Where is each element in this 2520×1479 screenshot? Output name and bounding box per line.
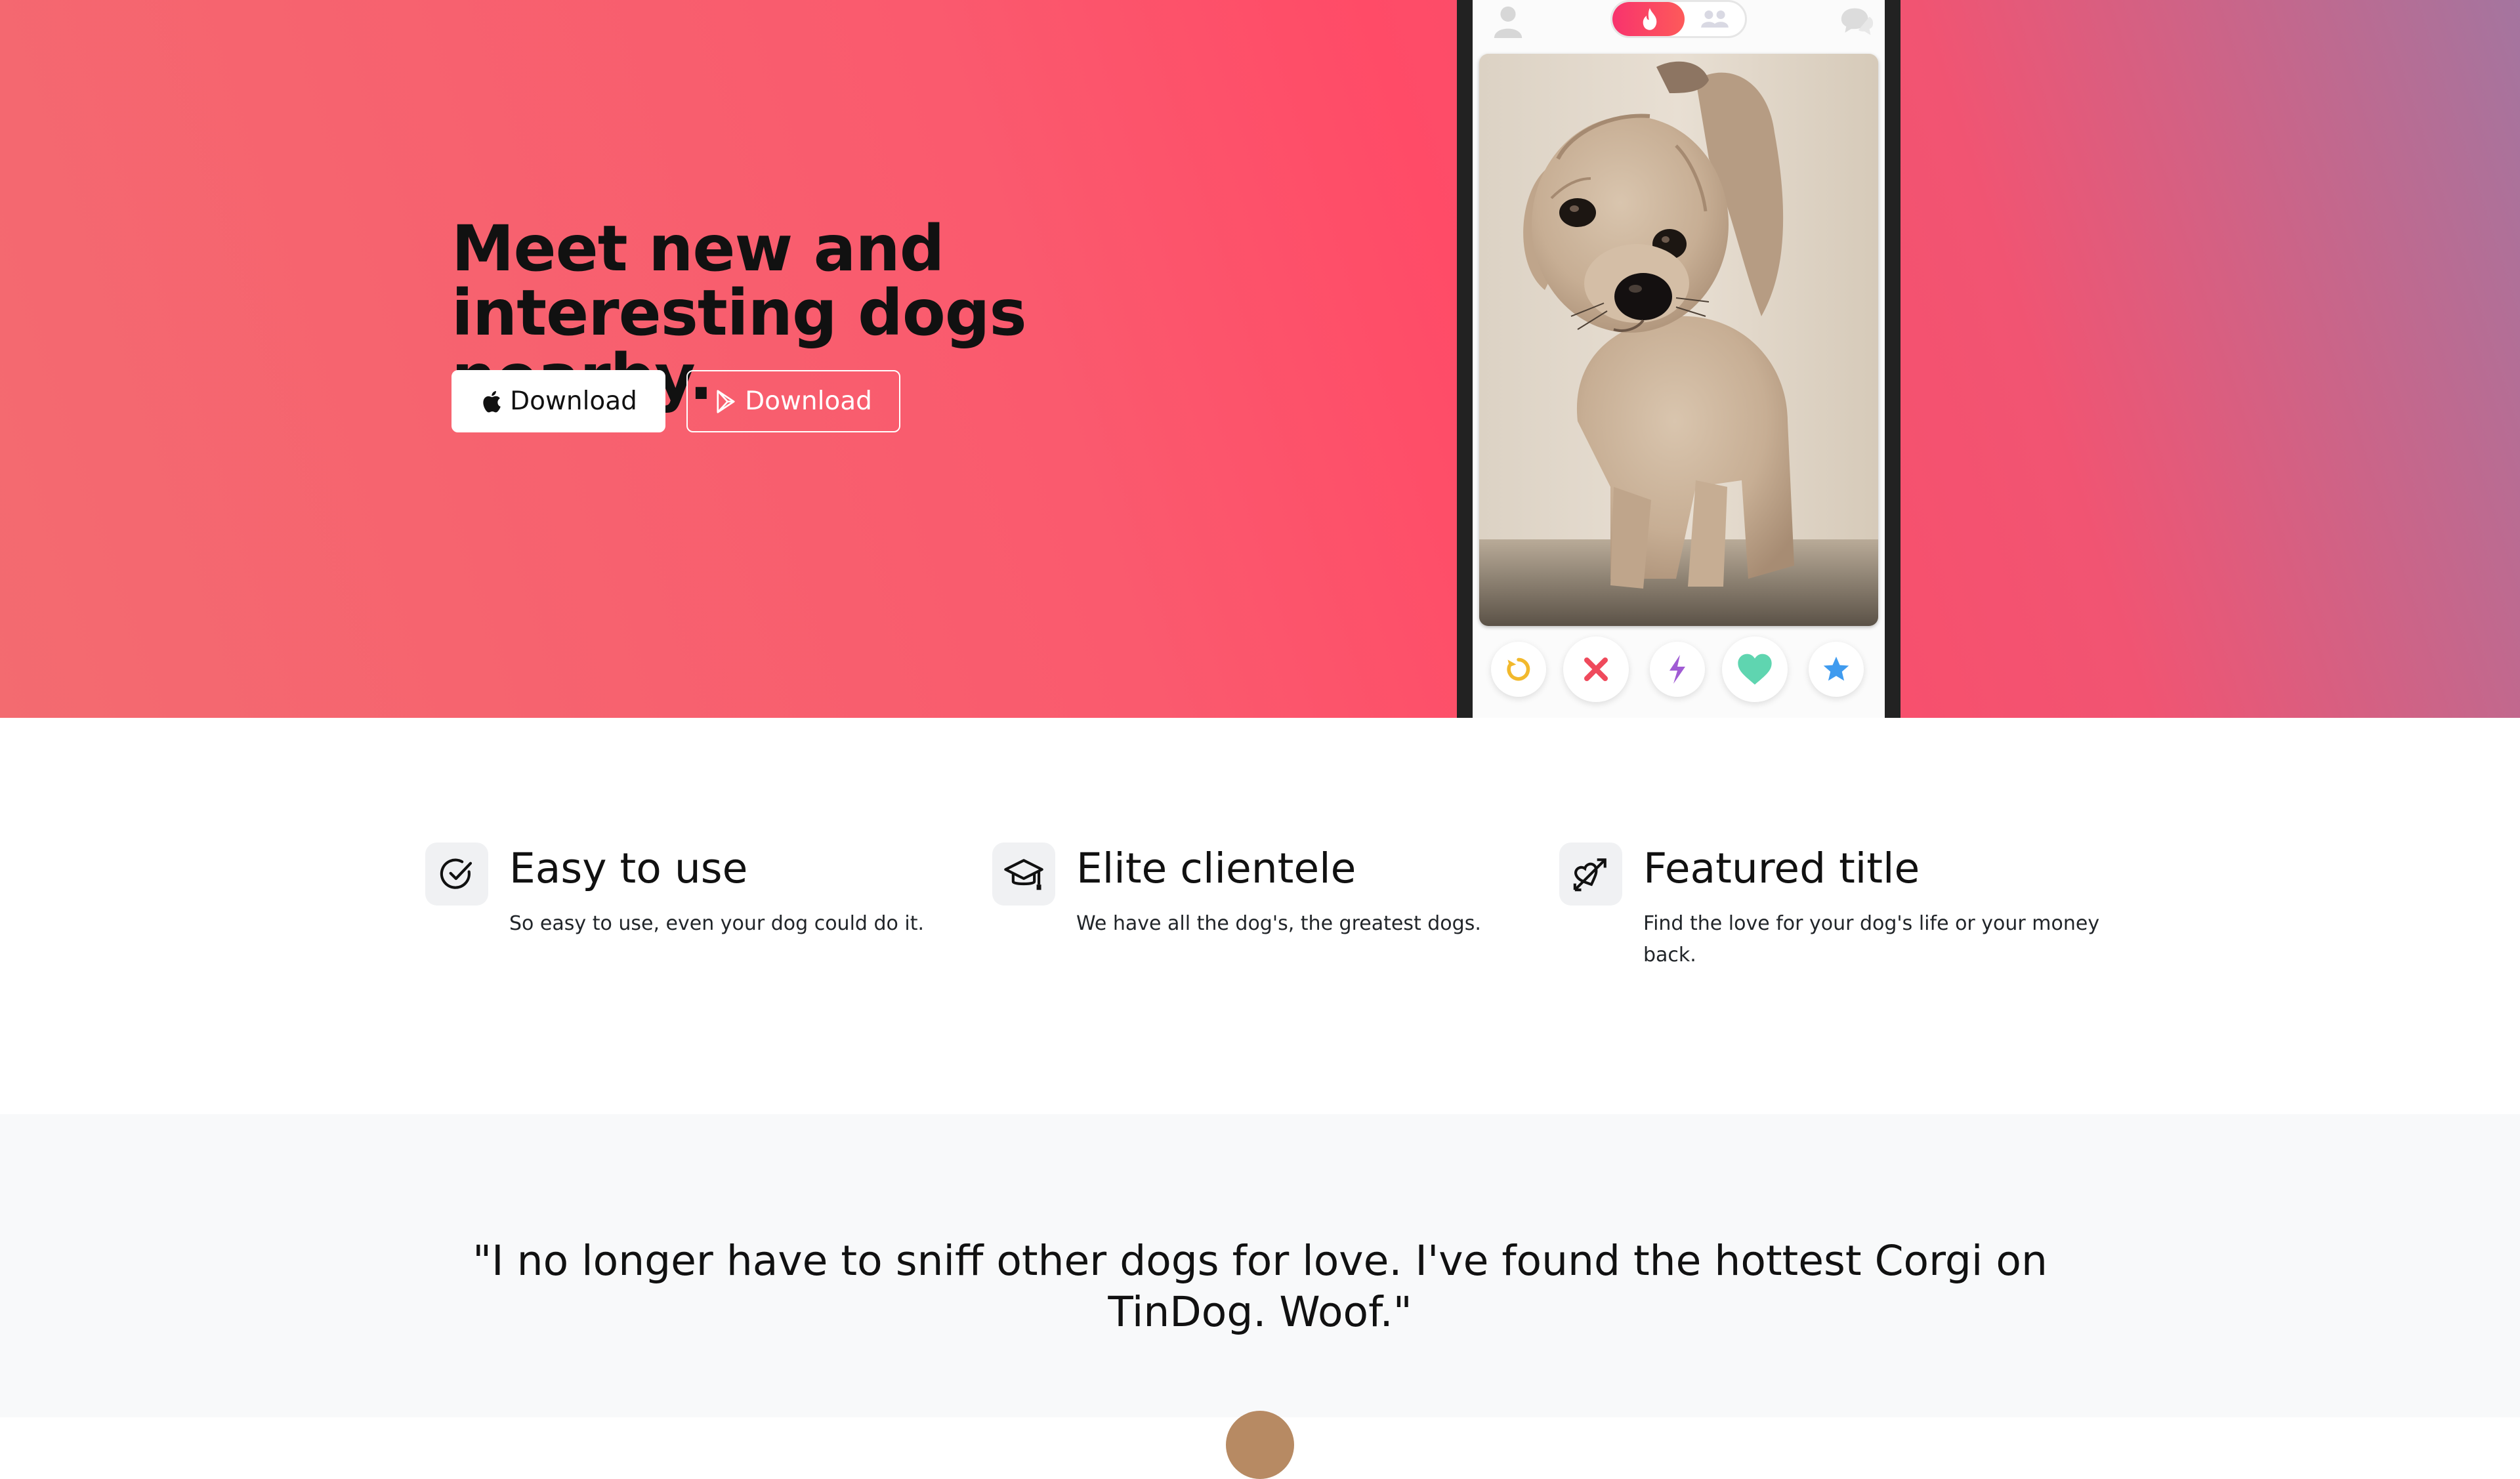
testimonial-section: "I no longer have to sniff other dogs fo… — [0, 1114, 2520, 1479]
nope-icon — [1584, 657, 1608, 681]
dog-illustration — [1479, 54, 1878, 626]
avatar — [1226, 1411, 1294, 1479]
feature-title: Featured title — [1643, 844, 1920, 892]
rewind-icon — [1507, 657, 1530, 681]
mode-toggle-active[interactable] — [1612, 2, 1685, 36]
nope-button[interactable] — [1563, 636, 1629, 702]
check-circle-icon — [440, 858, 472, 889]
feature-text: Find the love for your dog's life or you… — [1643, 912, 2100, 967]
hero-section: Meet new and interesting dogs nearby. Do… — [0, 0, 2520, 718]
testimonial-quote: "I no longer have to sniff other dogs fo… — [472, 1237, 2048, 1336]
feature-icon-box — [425, 843, 488, 906]
mode-toggle[interactable] — [1610, 0, 1747, 38]
feature-text: So easy to use, even your dog could do i… — [509, 912, 925, 935]
boost-button[interactable] — [1650, 642, 1705, 697]
profile-icon[interactable] — [1492, 5, 1524, 38]
feature-icon-box — [1559, 843, 1622, 906]
boost-icon — [1670, 655, 1685, 684]
feature-title: Easy to use — [509, 844, 748, 892]
apple-icon — [483, 390, 501, 412]
play-store-download-button[interactable]: Download — [686, 370, 900, 432]
like-button[interactable] — [1722, 636, 1788, 702]
rewind-button[interactable] — [1491, 642, 1546, 697]
feature-icon-box — [992, 843, 1055, 906]
apple-download-label: Download — [510, 386, 637, 416]
flame-icon — [1643, 8, 1657, 30]
feature-title: Elite clientele — [1076, 844, 1356, 892]
apple-download-button[interactable]: Download — [452, 370, 665, 432]
chat-icon[interactable] — [1840, 5, 1874, 38]
heart-arrow-icon — [1573, 858, 1606, 892]
phone-screen — [1473, 0, 1885, 718]
group-icon[interactable] — [1698, 9, 1732, 30]
superlike-button[interactable] — [1809, 642, 1864, 697]
play-store-download-label: Download — [745, 386, 872, 416]
dog-profile-photo[interactable] — [1479, 54, 1878, 626]
phone-mockup — [1457, 0, 1900, 718]
feature-text: We have all the dog's, the greatest dogs… — [1076, 912, 1481, 935]
google-play-icon — [717, 389, 735, 413]
features-section: Easy to use So easy to use, even your do… — [0, 718, 2520, 1114]
superlike-icon — [1823, 656, 1849, 681]
like-icon — [1738, 654, 1772, 685]
graduation-cap-icon — [1004, 859, 1043, 890]
